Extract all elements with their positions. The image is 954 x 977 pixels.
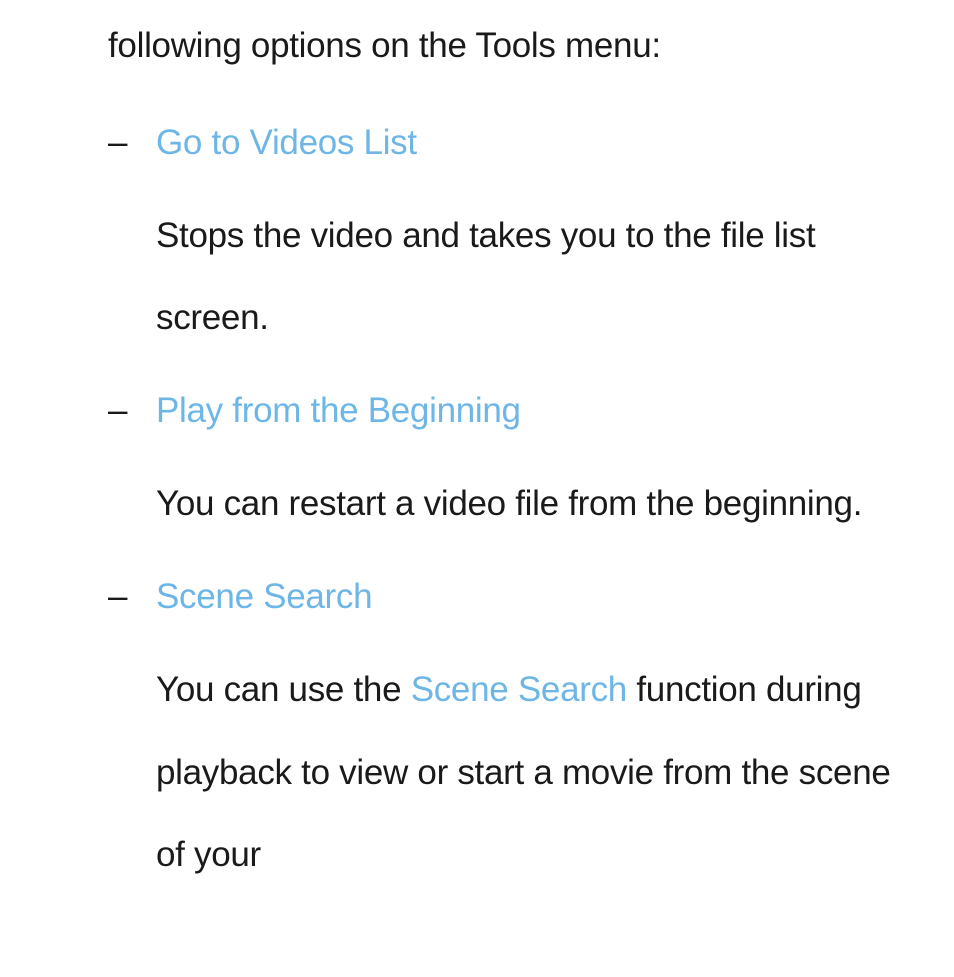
list-item: – Go to Videos List Stops the video and … xyxy=(108,123,924,360)
list-item: – Play from the Beginning You can restar… xyxy=(108,391,924,545)
item-description: Stops the video and takes you to the fil… xyxy=(156,195,924,360)
item-description: You can restart a video file from the be… xyxy=(156,463,924,545)
list-dash: – xyxy=(108,577,156,617)
item-title-play-beginning: Play from the Beginning xyxy=(156,391,521,431)
item-title-go-to-videos: Go to Videos List xyxy=(156,123,417,163)
item-title-scene-search: Scene Search xyxy=(156,577,372,617)
intro-text: following options on the Tools menu: xyxy=(108,20,924,73)
list-item-header: – Go to Videos List xyxy=(108,123,924,163)
list-item: – Scene Search You can use the Scene Sea… xyxy=(108,577,924,896)
list-dash: – xyxy=(108,123,156,163)
document-content: following options on the Tools menu: – G… xyxy=(0,20,954,896)
inline-highlight-scene-search: Scene Search xyxy=(411,670,627,709)
list-item-header: – Play from the Beginning xyxy=(108,391,924,431)
desc-prefix: You can use the xyxy=(156,670,411,709)
item-description: You can use the Scene Search function du… xyxy=(156,649,924,896)
list-item-header: – Scene Search xyxy=(108,577,924,617)
list-dash: – xyxy=(108,391,156,431)
